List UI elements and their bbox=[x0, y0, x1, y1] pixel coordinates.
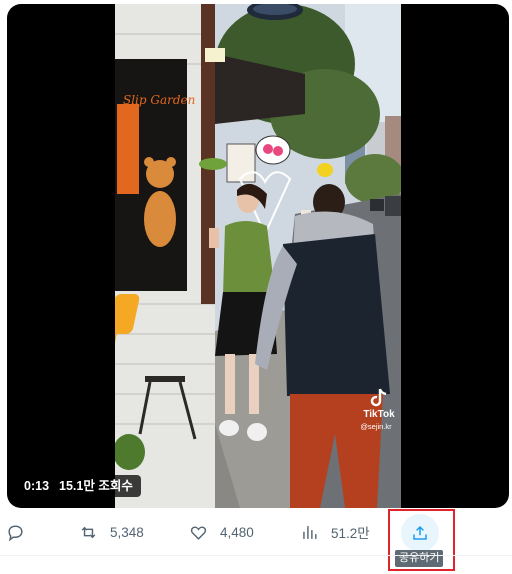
tiktok-note-icon bbox=[370, 388, 387, 407]
heart-icon bbox=[190, 526, 207, 540]
like-count: 4,480 bbox=[220, 524, 254, 540]
divider bbox=[0, 555, 512, 556]
video-info-overlay: 0:13 15.1만 조회수 bbox=[16, 475, 141, 497]
tiktok-handle: @sejin.kr bbox=[360, 422, 392, 431]
sign-text: Slip Garden bbox=[123, 93, 195, 107]
reply-button[interactable] bbox=[6, 516, 25, 548]
speech-bubble-icon bbox=[8, 524, 23, 541]
like-button[interactable]: 4,480 bbox=[189, 516, 254, 548]
repost-count: 5,348 bbox=[110, 524, 144, 540]
repost-button[interactable]: 5,348 bbox=[79, 516, 144, 548]
bar-chart-icon bbox=[303, 525, 317, 539]
share-highlight-box bbox=[388, 509, 455, 571]
video-frame[interactable]: Slip Garden bbox=[115, 4, 401, 508]
video-still-image: Slip Garden bbox=[115, 4, 401, 508]
view-count: 51.2만 bbox=[331, 526, 370, 541]
repost-icon bbox=[81, 526, 96, 538]
views-button[interactable]: 51.2만 bbox=[300, 516, 370, 548]
tiktok-name: TikTok bbox=[363, 409, 395, 420]
video-views: 15.1만 조회수 bbox=[59, 479, 133, 493]
video-time: 0:13 bbox=[24, 479, 50, 493]
video-player[interactable]: Slip Garden TikTok @sejin.kr 0:13 15.1만 … bbox=[7, 4, 509, 508]
tiktok-watermark: TikTok @sejin.kr bbox=[359, 388, 399, 431]
